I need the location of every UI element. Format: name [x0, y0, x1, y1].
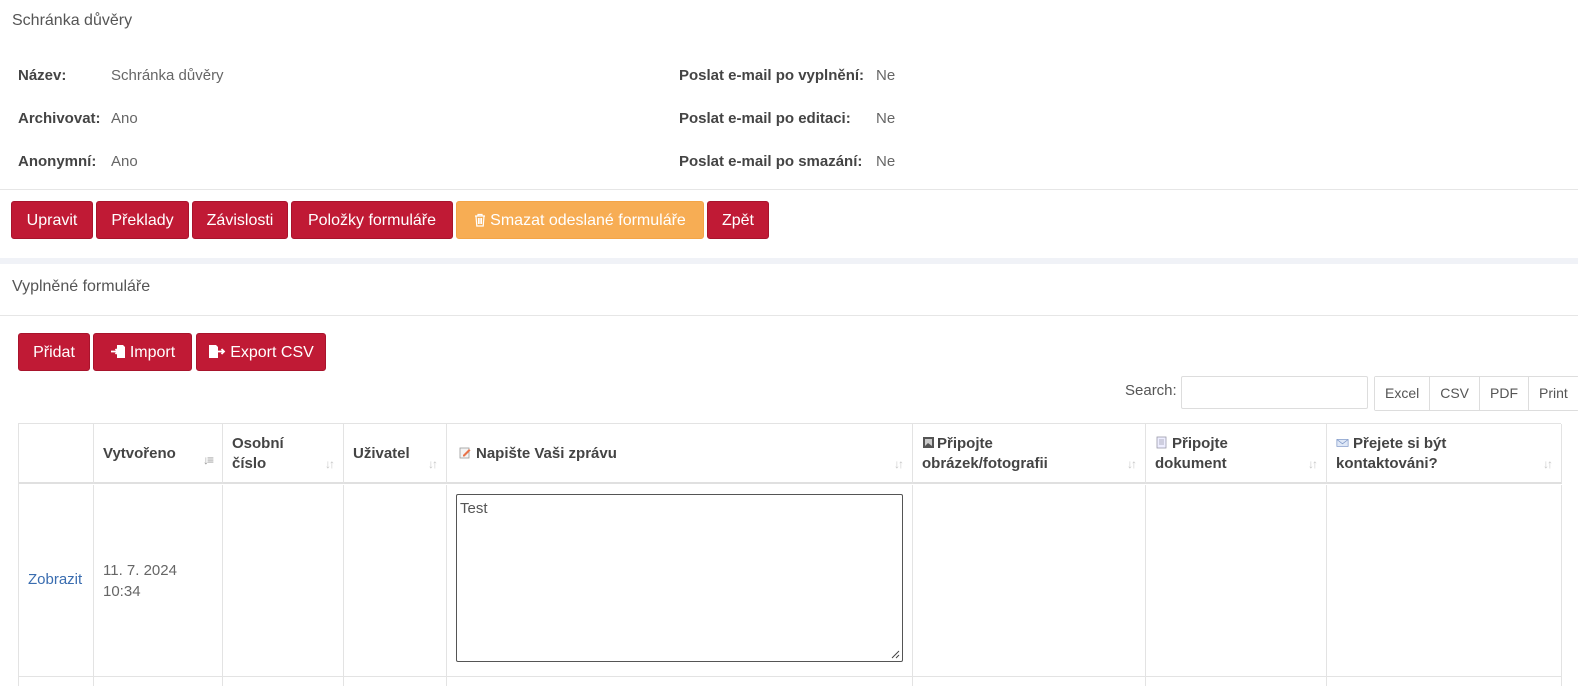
picture-icon — [923, 437, 934, 448]
export-csv-button[interactable]: Export CSV — [196, 333, 326, 371]
translations-button[interactable]: Překlady — [96, 201, 189, 239]
field-label-email-filled: Poslat e-mail po vyplnění: — [679, 67, 865, 84]
message-text: Test — [460, 500, 488, 517]
field-label-name: Název: — [18, 67, 67, 84]
dependencies-button[interactable]: Závislosti — [192, 201, 288, 239]
delete-submitted-label: Smazat odeslané formuláře — [490, 212, 686, 229]
table-cell-created: 11. 7. 2024 10:34 — [94, 485, 223, 686]
sort-icon: ↓↑ — [428, 457, 438, 471]
sort-icon: ↓↑ — [1127, 457, 1137, 471]
sort-icon: ↓↑ — [1308, 457, 1318, 471]
column-header-message[interactable]: Napište Vaši zprávu ↓↑ — [447, 424, 913, 484]
resize-handle-icon[interactable] — [891, 650, 900, 659]
column-label: Vytvořeno — [103, 445, 176, 462]
column-header-user[interactable]: Uživatel ↓↑ — [344, 424, 447, 484]
add-button[interactable]: Přidat — [18, 333, 90, 371]
edit-button[interactable]: Upravit — [11, 201, 93, 239]
field-value-archive: Ano — [111, 110, 138, 127]
field-value-email-filled: Ne — [876, 67, 896, 84]
message-textarea[interactable]: Test — [456, 494, 903, 662]
table-cell-message: Test — [447, 485, 913, 686]
column-header-contact[interactable]: Přejete si být kontaktováni? ↓↑ — [1327, 424, 1562, 484]
form-items-button[interactable]: Položky formuláře — [291, 201, 453, 239]
table-cell-personal-number — [223, 485, 344, 686]
table-cell-user — [344, 485, 447, 686]
table-cell-action: Zobrazit — [19, 485, 94, 686]
column-header-image[interactable]: Připojte obrázek/fotografii ↓↑ — [913, 424, 1146, 484]
excel-button[interactable]: Excel — [1375, 377, 1431, 410]
sort-icon: ↓↑ — [325, 457, 335, 471]
import-icon — [110, 345, 125, 358]
table-cell-contact — [1327, 485, 1562, 686]
column-header-actions — [19, 424, 94, 484]
column-label: Napište Vaši zprávu — [476, 445, 617, 462]
pdf-button[interactable]: PDF — [1480, 377, 1530, 410]
column-label: Osobní číslo — [232, 435, 284, 472]
document-icon — [1156, 436, 1167, 449]
search-input[interactable] — [1181, 376, 1368, 409]
field-label-email-edited: Poslat e-mail po editaci: — [679, 110, 851, 127]
import-button[interactable]: Import — [93, 333, 192, 371]
import-label: Import — [129, 344, 176, 361]
print-button[interactable]: Print — [1529, 377, 1578, 410]
column-label: Připojte obrázek/fotografii — [922, 435, 1048, 472]
column-header-document[interactable]: Připojte dokument ↓↑ — [1146, 424, 1327, 484]
field-value-anonymous: Ano — [111, 153, 138, 170]
submissions-title: Vyplněné formuláře — [12, 278, 151, 295]
memo-icon — [459, 447, 471, 459]
created-date: 11. 7. 2024 — [103, 562, 177, 579]
back-button[interactable]: Zpět — [707, 201, 769, 239]
column-header-created[interactable]: Vytvořeno ↓≡ — [94, 424, 223, 484]
field-label-archive: Archivovat: — [18, 110, 101, 127]
column-label: Uživatel — [353, 445, 410, 462]
sort-icon: ↓↑ — [1543, 457, 1553, 471]
row-divider — [19, 676, 1562, 677]
submissions-table: Vytvořeno ↓≡ Osobní číslo ↓↑ Uživatel ↓↑… — [18, 423, 1562, 686]
sort-desc-icon: ↓≡ — [202, 453, 214, 467]
form-detail-panel: Schránka důvěry Název: Schránka důvěry A… — [0, 0, 1578, 258]
export-file-icon — [209, 345, 226, 358]
field-value-name: Schránka důvěry — [111, 67, 224, 84]
table-cell-document — [1146, 485, 1327, 686]
divider — [0, 315, 1578, 316]
export-button-group: Excel CSV PDF Print — [1374, 376, 1578, 411]
table-cell-image — [913, 485, 1146, 686]
column-header-personal-number[interactable]: Osobní číslo ↓↑ — [223, 424, 344, 484]
view-link[interactable]: Zobrazit — [28, 571, 82, 588]
column-label: Přejete si být kontaktováni? — [1336, 435, 1447, 472]
field-label-email-deleted: Poslat e-mail po smazání: — [679, 153, 863, 170]
field-value-email-edited: Ne — [876, 110, 896, 127]
created-time: 10:34 — [103, 583, 141, 600]
envelope-icon — [1336, 439, 1349, 447]
divider — [0, 189, 1578, 190]
field-label-anonymous: Anonymní: — [18, 153, 97, 170]
delete-submitted-button[interactable]: Smazat odeslané formuláře — [456, 201, 704, 239]
field-value-email-deleted: Ne — [876, 153, 896, 170]
sort-icon: ↓↑ — [894, 457, 904, 471]
panel-separator — [0, 258, 1578, 264]
created-value: 11. 7. 2024 10:34 — [103, 560, 177, 602]
trash-icon — [475, 213, 486, 227]
panel-title: Schránka důvěry — [12, 12, 133, 29]
search-label: Search: — [1125, 382, 1177, 399]
csv-button[interactable]: CSV — [1430, 377, 1481, 410]
export-csv-label: Export CSV — [230, 344, 314, 361]
